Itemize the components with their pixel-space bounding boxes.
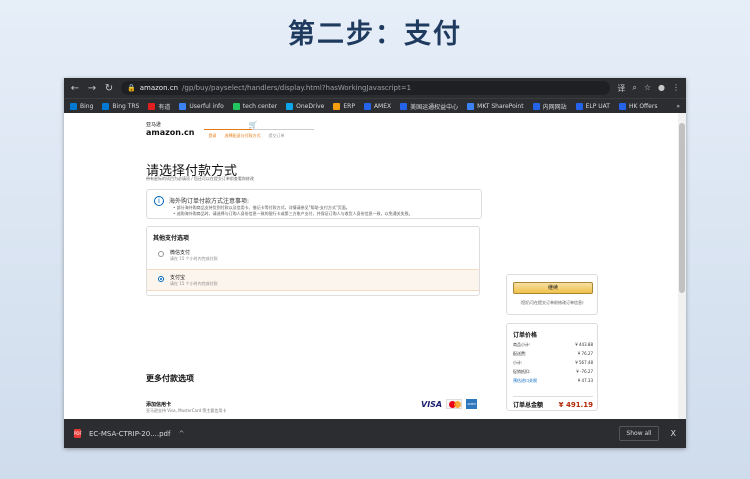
bookmark-icon xyxy=(179,102,187,110)
order-total-value: ¥ 491.19 xyxy=(558,401,593,409)
download-filename[interactable]: EC-MSA-CTRIP-20....pdf xyxy=(89,430,170,438)
bookmark-item[interactable]: MKT SharePoint xyxy=(467,102,524,110)
bookmark-icon xyxy=(102,102,110,110)
bookmark-icon xyxy=(70,102,77,110)
forward-icon[interactable]: → xyxy=(87,83,97,94)
browser-window: ← → ↻ 🔒 amazon.cn /gp/buy/payselect/hand… xyxy=(64,78,686,448)
page-subtitle: 带有星标的项目为必填项 / 您还可以在提交订单前查看和修改 xyxy=(146,176,254,181)
close-icon[interactable]: X xyxy=(671,429,676,438)
translate-icon[interactable]: 译 xyxy=(617,83,625,94)
methods-header: 其他支付选项 xyxy=(153,235,190,242)
method-desc: 请在 15 个小时内完成付款 xyxy=(170,256,218,261)
summary-title: 订单价格 xyxy=(513,332,538,339)
lock-icon: 🔒 xyxy=(127,84,136,92)
bookmark-item[interactable]: Userful info xyxy=(179,102,224,110)
continue-panel: 继续 (您仍可在提交订单前修改订单信息) xyxy=(506,274,598,315)
more-options-title: 更多付款选项 xyxy=(146,374,194,383)
bookmark-icon xyxy=(532,102,540,110)
continue-button[interactable]: 继续 xyxy=(513,282,593,294)
menu-icon[interactable]: ⋮ xyxy=(672,83,680,94)
bookmark-item[interactable]: tech center xyxy=(232,102,277,110)
address-bar[interactable]: 🔒 amazon.cn /gp/buy/payselect/handlers/d… xyxy=(121,81,611,95)
notice-box: i 海外购订单付款方式注意事项: • 部分海外购商品支持货到付款以及信用卡、借记… xyxy=(146,189,482,219)
checkout-steps: 🛒 登录 选择配送与付款方式 提交订单 xyxy=(204,121,315,141)
bookmark-item[interactable]: 内网网站 xyxy=(532,102,567,111)
payment-option-wechat[interactable]: 微信支付 请在 15 个小时内完成付款 xyxy=(147,245,479,267)
bookmark-item[interactable]: Bing xyxy=(70,102,93,110)
bookmark-item[interactable]: HK Offers xyxy=(618,102,657,110)
summary-row: 配送费: ¥ 76.27 xyxy=(513,351,593,356)
reload-icon[interactable]: ↻ xyxy=(104,83,114,94)
method-name: 支付宝 xyxy=(170,275,186,281)
bookmark-item[interactable]: ELP UAT xyxy=(575,102,610,110)
slide-title: 第二步：支付 xyxy=(288,19,462,50)
method-name: 微信支付 xyxy=(170,250,191,256)
step-login: 登录 xyxy=(208,133,217,138)
bookmark-icon xyxy=(400,102,408,110)
mastercard-icon xyxy=(446,399,463,409)
star-icon[interactable]: ☆ xyxy=(644,83,651,94)
summary-row-duty-link[interactable]: 预估进口关税 ¥ 47.33 xyxy=(513,378,593,384)
payment-option-alipay[interactable]: 支付宝 请在 15 个小时内完成付款 xyxy=(147,269,479,291)
card-logos: VISA AMEX xyxy=(421,399,478,409)
url-domain: amazon.cn xyxy=(139,84,179,92)
bookmark-item[interactable]: ERP xyxy=(333,102,355,110)
method-desc: 请在 15 个小时内完成付款 xyxy=(170,281,218,286)
zoom-icon[interactable]: ⌕ xyxy=(632,83,636,94)
page-viewport: 亚马逊 amazon.cn 🛒 登录 选择配送与付款方式 提交订单 请选择付款方式… xyxy=(64,113,686,419)
bookmark-item[interactable]: 有道 xyxy=(148,102,170,111)
continue-note: (您仍可在提交订单前修改订单信息) xyxy=(520,300,584,305)
back-icon[interactable]: ← xyxy=(70,83,80,94)
bookmark-item[interactable]: Bing TRS xyxy=(102,102,139,110)
summary-row: 商品小计: ¥ 443.88 xyxy=(513,342,593,347)
radio-button[interactable] xyxy=(158,251,164,257)
download-shelf: PDF EC-MSA-CTRIP-20....pdf ^ Show all X xyxy=(64,419,686,448)
info-icon: i xyxy=(154,196,164,206)
bookmark-item[interactable]: 美国运通权益中心 xyxy=(400,102,458,111)
order-total: 订单总金额 ¥ 491.19 xyxy=(513,396,593,409)
bookmark-icon xyxy=(467,102,475,110)
bookmark-icon xyxy=(363,102,371,110)
bookmark-icon xyxy=(618,102,626,110)
bookmark-icon xyxy=(333,102,341,110)
bookmark-icon xyxy=(148,102,156,110)
summary-row: 促销抵扣: ¥ -76.27 xyxy=(513,369,593,374)
browser-toolbar: ← → ↻ 🔒 amazon.cn /gp/buy/payselect/hand… xyxy=(64,78,686,98)
step-submit: 提交订单 xyxy=(268,133,285,138)
notice-line: • 选购海外购商品时，请选择与订购人身份信息一致的银行卡或第三方账户支付，并保证… xyxy=(173,211,413,216)
bookmark-icon xyxy=(232,102,240,110)
bookmark-icon xyxy=(286,102,294,110)
bookmark-icon xyxy=(575,102,583,110)
bookmark-item[interactable]: OneDrive xyxy=(286,102,324,110)
amex-icon: AMEX xyxy=(466,399,478,409)
visa-icon: VISA xyxy=(421,399,443,409)
page-scrollbar[interactable] xyxy=(678,113,686,419)
cart-icon: 🛒 xyxy=(248,121,258,129)
chevron-up-icon[interactable]: ^ xyxy=(178,430,184,438)
payment-methods: 其他支付选项 微信支付 请在 15 个小时内完成付款 支付宝 请在 15 个小时… xyxy=(146,226,480,296)
pdf-file-icon: PDF xyxy=(74,429,82,438)
summary-row: 小计: ¥ 567.48 xyxy=(513,360,593,365)
order-summary: 订单价格 商品小计: ¥ 443.88 配送费: ¥ 76.27 小计: ¥ 567.… xyxy=(506,323,598,411)
bookmarks-more-icon[interactable]: » xyxy=(676,103,680,110)
step-payment: 选择配送与付款方式 xyxy=(224,133,261,138)
notice-title: 海外购订单付款方式注意事项: xyxy=(169,198,250,205)
url-path: /gp/buy/payselect/handlers/display.html?… xyxy=(182,84,412,92)
add-card-subtitle: 亚马逊支持 Visa, MasterCard 等主要信用卡 xyxy=(146,408,227,413)
amazon-logo[interactable]: 亚马逊 amazon.cn xyxy=(146,121,194,137)
bookmark-item[interactable]: AMEX xyxy=(363,102,391,110)
radio-button-selected[interactable] xyxy=(158,276,164,282)
show-all-button[interactable]: Show all xyxy=(619,426,659,441)
add-card-link[interactable]: 添加信用卡 xyxy=(146,401,171,408)
bookmarks-bar: Bing Bing TRS 有道 Userful info tech center One… xyxy=(64,98,686,113)
profile-icon[interactable]: ● xyxy=(658,83,665,94)
